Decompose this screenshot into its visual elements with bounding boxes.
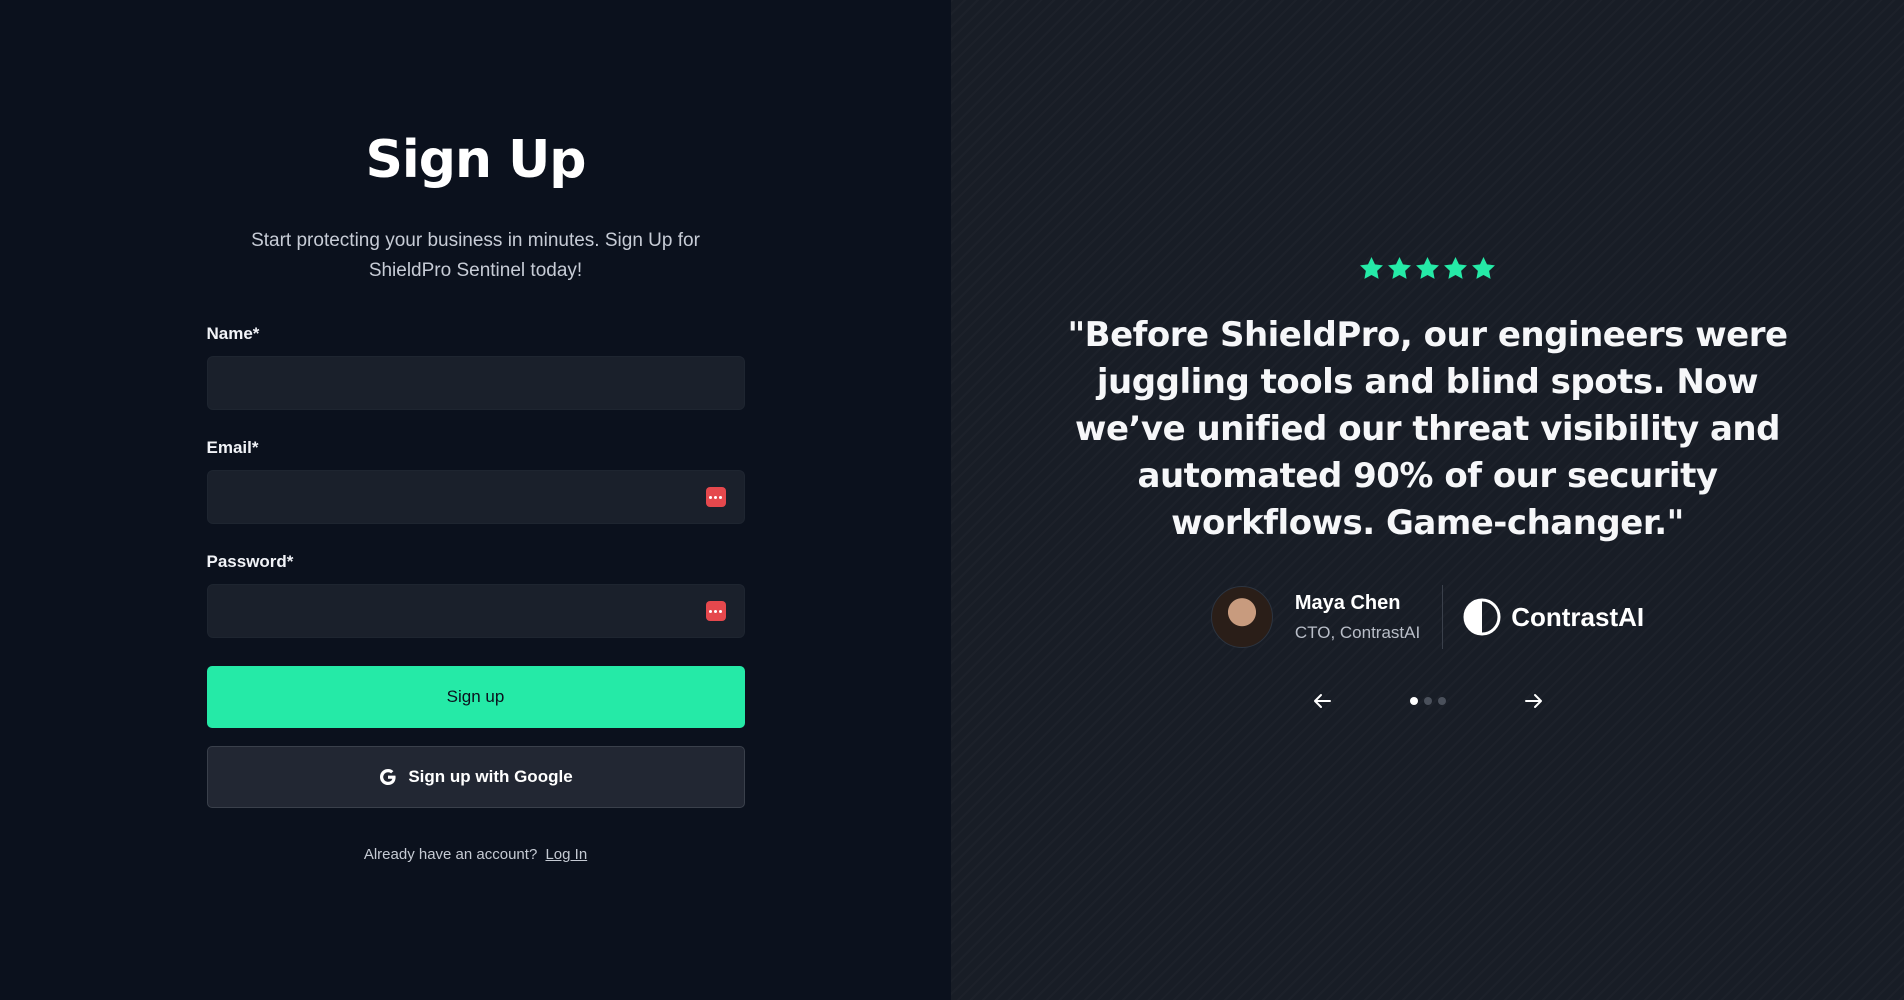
google-button-label: Sign up with Google: [408, 767, 573, 786]
author-name: Maya Chen: [1294, 591, 1401, 614]
password-label: Password*: [206, 552, 294, 571]
page-subtitle: Start protecting your business in minute…: [251, 230, 700, 281]
password-manager-icon[interactable]: [705, 601, 726, 621]
half-circle-logo-icon: [1463, 598, 1501, 636]
signup-page: Sign Up Start protecting your business i…: [0, 0, 1904, 1000]
login-link[interactable]: Log In: [545, 846, 587, 863]
testimonial-panel: "Before ShieldPro, our engineers were ju…: [951, 0, 1904, 1000]
author-info: Maya Chen CTO, ContrastAI: [1295, 592, 1420, 643]
page-title: Sign Up: [365, 130, 586, 190]
sign-up-button[interactable]: Sign up: [206, 666, 745, 728]
testimonial-author: Maya Chen CTO, ContrastAI ContrastAI: [1210, 585, 1644, 649]
star-icon: [1360, 257, 1383, 279]
carousel-dot[interactable]: [1437, 697, 1446, 705]
email-field-wrapper: [206, 470, 745, 524]
password-field-wrapper: [206, 584, 745, 638]
name-label: Name*: [206, 324, 260, 343]
google-sign-up-button[interactable]: Sign up with Google: [206, 746, 745, 808]
signup-form: Sign Up Start protecting your business i…: [206, 130, 745, 863]
author-role: CTO, ContrastAI: [1294, 622, 1421, 642]
signup-panel: Sign Up Start protecting your business i…: [0, 0, 951, 1000]
email-label: Email*: [206, 438, 259, 457]
star-icon: [1388, 257, 1411, 279]
password-manager-icon[interactable]: [705, 487, 726, 507]
name-input[interactable]: [207, 357, 744, 409]
email-input[interactable]: [207, 471, 744, 523]
password-input[interactable]: [207, 585, 744, 637]
author-divider: [1442, 585, 1444, 649]
login-prompt: Already have an account? Log In: [207, 846, 745, 863]
name-field-wrapper: [206, 356, 745, 410]
company-logo: ContrastAI: [1463, 598, 1644, 636]
google-g-icon: [380, 769, 396, 785]
star-icon: [1416, 257, 1439, 279]
star-icon: [1472, 257, 1495, 279]
rating-stars: [1358, 255, 1497, 282]
testimonial-quote: "Before ShieldPro, our engineers were ju…: [1067, 315, 1788, 543]
login-prompt-text: Already have an account?: [363, 846, 538, 863]
carousel-dots: [1409, 697, 1446, 705]
carousel-dot[interactable]: [1409, 697, 1418, 705]
carousel-dot[interactable]: [1423, 697, 1432, 705]
testimonial-carousel-controls: [1310, 689, 1546, 713]
arrow-left-icon[interactable]: [1310, 689, 1334, 713]
arrow-right-icon[interactable]: [1522, 689, 1546, 713]
star-icon: [1444, 257, 1467, 279]
company-name: ContrastAI: [1511, 601, 1645, 632]
avatar: [1210, 586, 1273, 648]
